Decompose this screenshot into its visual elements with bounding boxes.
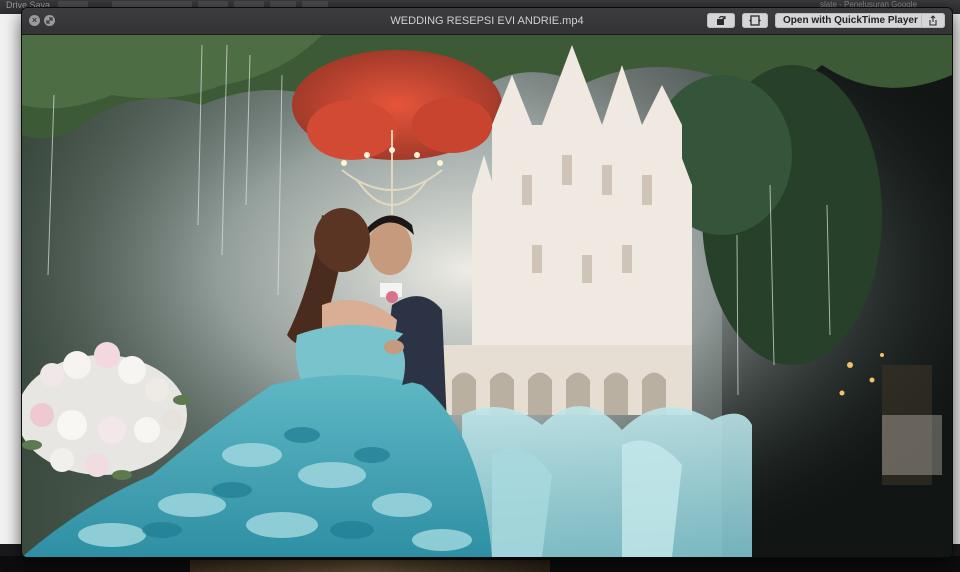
video-frame[interactable] [22,35,952,557]
trim-icon [742,15,768,26]
rotate-icon [707,15,735,26]
open-with-quicktime-button[interactable]: Open with QuickTime Player [775,13,926,28]
share-button[interactable] [921,13,945,28]
quicklook-window: × WEDDING RESEPSI EVI ANDRIE.mp4 Open wi… [22,8,952,557]
background-page-left [0,14,22,544]
video-scene [22,35,952,557]
trim-button[interactable] [742,13,768,28]
background-tabs [58,1,328,8]
title-bar[interactable]: × WEDDING RESEPSI EVI ANDRIE.mp4 Open wi… [22,8,952,35]
background-page-right [952,14,960,544]
share-icon [921,15,945,26]
close-icon[interactable]: × [29,15,40,26]
background-thumbnail-strip [190,560,550,572]
rotate-button[interactable] [707,13,735,28]
fullscreen-icon[interactable] [44,15,55,26]
